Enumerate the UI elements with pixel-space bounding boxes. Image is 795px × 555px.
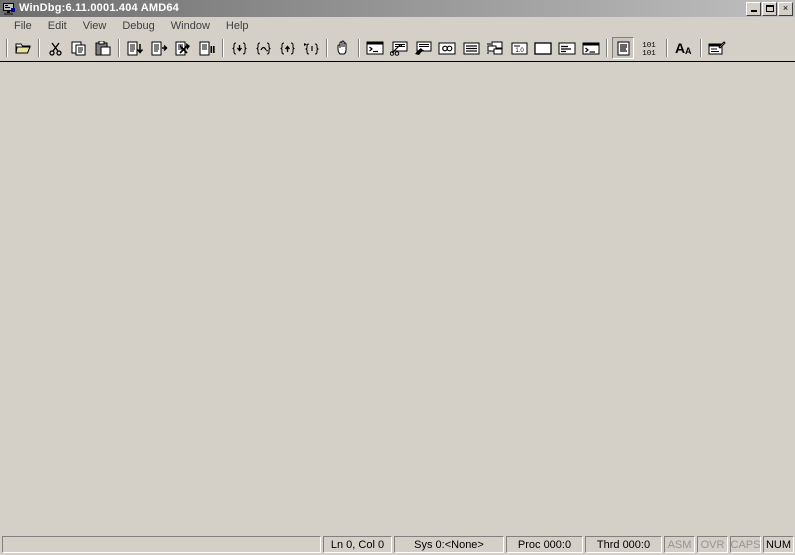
restore-icon [765,5,774,12]
status-system: Sys 0:<None> [394,536,504,553]
windbg-window: WinDbg:6.11.0001.404 AMD64 × File Edit V… [0,0,795,555]
debugger-monitor-icon [2,2,16,16]
registers-window-button[interactable] [436,37,458,59]
status-bar: Ln 0, Col 0 Sys 0:<None> Proc 000:0 Thrd… [0,534,795,555]
scissors-icon [48,41,63,56]
menu-item-edit[interactable]: Edit [40,18,75,34]
watch-window-button[interactable] [388,37,410,59]
status-caps: CAPS [730,536,761,553]
break-hand-button[interactable] [332,37,354,59]
assembly-mode-button[interactable]: 101 101 [636,37,662,59]
step-into-button[interactable] [228,37,250,59]
status-ovr: OVR [697,536,728,553]
shell-window-icon [582,42,600,55]
processes-threads-button[interactable] [484,37,506,59]
toolbar-separator [606,39,608,57]
copy-button[interactable] [68,37,90,59]
scratch-pad-button[interactable] [556,37,578,59]
maximize-restore-button[interactable] [762,1,777,16]
paste-button[interactable] [92,37,114,59]
call-stack-button[interactable]: 1.0 [508,37,530,59]
processes-threads-icon [486,41,504,56]
list-break-icon [199,41,216,56]
main-toolbar: 1.0 101 101 A A [0,35,795,62]
brace-step-into-icon [231,41,248,56]
open-file-button[interactable] [12,37,34,59]
step-out-button[interactable] [276,37,298,59]
window-controls: × [746,1,794,16]
toolbar-separator [118,39,120,57]
cut-button[interactable] [44,37,66,59]
menu-item-file[interactable]: File [6,18,40,34]
minimize-icon [750,9,757,12]
paste-icon [95,40,111,56]
break-button[interactable] [196,37,218,59]
status-asm: ASM [664,536,695,553]
copy-icon [71,41,87,56]
toolbar-separator [358,39,360,57]
brace-step-out-icon [279,41,296,56]
list-stop-icon [175,41,192,56]
watch-window-icon [390,41,408,56]
svg-text:A: A [675,40,685,56]
menu-item-debug[interactable]: Debug [114,18,162,34]
brace-run-to-cursor-icon [303,41,320,56]
window-title: WinDbg:6.11.0001.404 AMD64 [19,2,179,14]
svg-text:A: A [685,46,692,56]
toolbar-separator [700,39,702,57]
status-process: Proc 000:0 [506,536,583,553]
svg-text:1.0: 1.0 [515,48,524,54]
mdi-client-area[interactable] [0,62,795,534]
toolbar-separator [326,39,328,57]
notes-button[interactable] [706,37,728,59]
notes-pencil-icon [708,40,726,56]
toolbar-separator [6,39,8,57]
hand-icon [336,40,351,56]
open-folder-icon [14,41,32,56]
font-button[interactable]: A A [672,37,696,59]
source-mode-button[interactable] [612,37,634,59]
list-run-icon [127,41,144,56]
source-document-icon [617,41,630,56]
svg-text:101: 101 [642,42,656,50]
locals-window-icon [414,41,432,56]
svg-text:101: 101 [642,50,656,56]
list-restart-icon [151,41,168,56]
status-message [2,536,321,553]
command-window-button[interactable] [364,37,386,59]
scratch-pad-icon [558,42,576,55]
blank-window-icon [534,41,552,55]
status-line-col: Ln 0, Col 0 [323,536,392,553]
step-over-button[interactable] [252,37,274,59]
go-button[interactable] [124,37,146,59]
locals-window-button[interactable] [412,37,434,59]
brace-step-over-icon [255,41,272,56]
stop-debugging-button[interactable] [172,37,194,59]
toolbar-separator [666,39,668,57]
minimize-button[interactable] [746,1,761,16]
registers-window-icon [438,42,456,55]
status-thread: Thrd 000:0 [585,536,662,553]
memory-list-icon [463,42,480,55]
menu-item-help[interactable]: Help [218,18,257,34]
status-num: NUM [763,536,794,553]
title-bar[interactable]: WinDbg:6.11.0001.404 AMD64 × [0,0,795,17]
command-prompt-icon [366,41,384,55]
memory-window-button[interactable] [460,37,482,59]
menu-item-view[interactable]: View [75,18,115,34]
toolbar-separator [222,39,224,57]
toolbar-separator [38,39,40,57]
close-button[interactable]: × [778,1,793,16]
menu-item-window[interactable]: Window [163,18,218,34]
shell-window-button[interactable] [580,37,602,59]
close-icon: × [782,3,789,13]
binary-101-icon: 101 101 [637,40,661,56]
disassembly-window-button[interactable] [532,37,554,59]
menu-bar: File Edit View Debug Window Help [0,17,795,35]
restart-button[interactable] [148,37,170,59]
call-stack-icon: 1.0 [511,42,528,55]
font-aa-icon: A A [673,40,695,56]
run-to-cursor-button[interactable] [300,37,322,59]
